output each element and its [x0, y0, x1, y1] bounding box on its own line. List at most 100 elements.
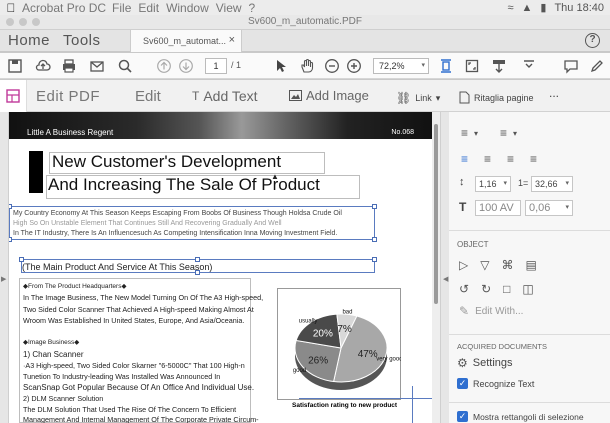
toolbar-more-icon[interactable]: [520, 57, 538, 75]
link-label: Link: [415, 93, 432, 103]
subheading[interactable]: (The Main Product And Service At This Se…: [22, 262, 212, 272]
column-line: 1) Chan Scanner: [23, 350, 84, 359]
help-button[interactable]: ?: [585, 33, 600, 48]
tab-tools[interactable]: Tools: [63, 32, 101, 49]
full-screen-icon[interactable]: [463, 57, 481, 75]
resize-handle[interactable]: [372, 237, 377, 242]
line-spacing-input[interactable]: 1,16 ▾: [475, 176, 511, 192]
show-boxes-checkbox[interactable]: ✓: [457, 411, 468, 422]
right-pane-handle[interactable]: ◀: [440, 112, 449, 423]
flip-vertical-icon[interactable]: ▽: [480, 258, 489, 272]
char-spacing-input[interactable]: 0,06 ▾: [525, 200, 573, 216]
print-icon[interactable]: [60, 57, 78, 75]
window-title: Sv600_m_automatic.PDF: [248, 16, 362, 27]
add-image-button[interactable]: Add Image: [289, 88, 369, 103]
text-t-icon: T: [192, 89, 200, 103]
close-tab-icon[interactable]: ×: [229, 34, 235, 46]
tab-document[interactable]: Sv600_m_automat... ×: [130, 30, 242, 52]
crop-icon[interactable]: ⌘: [501, 258, 513, 272]
save-icon[interactable]: [6, 57, 24, 75]
wifi-icon[interactable]: ≈: [507, 2, 513, 14]
link-button[interactable]: ⛓ Link ▾: [396, 91, 440, 105]
chevron-down-icon[interactable]: ▾: [474, 129, 478, 138]
search-icon[interactable]: [116, 57, 134, 75]
bullet-list-icon[interactable]: ≡: [461, 126, 468, 140]
satisfaction-pie-chart[interactable]: 47%very good 26%good 20% usually 7% bad: [277, 288, 401, 400]
replace-image-icon[interactable]: □: [503, 282, 510, 296]
link-icon: ⛓: [396, 91, 412, 105]
menu-help[interactable]: ?: [249, 1, 256, 15]
zoom-in-icon[interactable]: [345, 57, 363, 75]
recognize-text-checkbox[interactable]: ✓: [457, 378, 468, 389]
tab-document-label: Sv600_m_automat...: [143, 36, 227, 46]
flip-horizontal-icon[interactable]: ▷: [459, 258, 468, 272]
rotate-right-icon[interactable]: ↻: [481, 282, 491, 296]
battery-icon[interactable]: ▮: [540, 1, 546, 14]
hand-tool-icon[interactable]: [298, 57, 316, 75]
column-line: ◆Image Business◆: [23, 339, 80, 346]
column-line: 2) DLM Scanner Solution: [23, 394, 104, 403]
numbered-list-icon[interactable]: ≡: [500, 126, 507, 140]
pen-sign-icon[interactable]: [588, 57, 606, 75]
add-text-button[interactable]: T Add Text: [192, 88, 258, 104]
menubar-clock[interactable]: Thu 18:40: [554, 2, 604, 14]
export-icon[interactable]: [490, 57, 508, 75]
next-page-icon[interactable]: [177, 57, 195, 75]
menu-edit[interactable]: Edit: [138, 1, 159, 15]
paragraph-spacing-input[interactable]: 32,66 ▾: [531, 176, 573, 192]
intro-line: My Country Economy At This Season Keeps …: [13, 210, 342, 217]
arrange-icon[interactable]: ▤: [525, 258, 536, 272]
pdf-page: Little A Business Regent No.068 New Cust…: [9, 112, 432, 423]
fit-page-icon[interactable]: [437, 57, 455, 75]
comment-icon[interactable]: [562, 57, 580, 75]
volume-icon[interactable]: ▲: [522, 2, 533, 14]
heading-2[interactable]: And Increasing The Sale Of Product: [46, 175, 360, 199]
heading-1[interactable]: New Customer's Development: [49, 152, 325, 174]
chevron-down-icon[interactable]: ▾: [513, 129, 517, 138]
resize-handle[interactable]: [9, 204, 12, 209]
crop-pages-button[interactable]: Ritaglia pagine: [459, 91, 534, 104]
panel-divider: [449, 402, 610, 403]
resize-handle[interactable]: [372, 204, 377, 209]
menu-file[interactable]: File: [112, 1, 131, 15]
upload-cloud-icon[interactable]: [34, 57, 52, 75]
show-boxes-row[interactable]: ✓ Mostra rettangoli di selezione: [449, 411, 610, 422]
paragraph-spacing-icon: 1=: [518, 178, 529, 188]
recognize-text-row[interactable]: ✓ Recognize Text: [449, 378, 610, 389]
left-pane-handle[interactable]: ▶: [0, 112, 9, 423]
apple-menu-icon[interactable]: : [0, 1, 22, 15]
pie-value-label: 47%: [358, 349, 378, 360]
rotate-left-icon[interactable]: ↺: [459, 282, 469, 296]
tab-bar: Home Tools Sv600_m_automat... × ?: [0, 30, 610, 52]
tools-panel-toggle[interactable]: [0, 80, 27, 112]
intro-line: High So On Unstable Element That Continu…: [13, 220, 282, 227]
resize-handle[interactable]: [372, 257, 377, 262]
align-center-icon[interactable]: ≡: [484, 152, 491, 166]
align-right-icon[interactable]: ≡: [507, 152, 514, 166]
char-scale-input[interactable]: 100 AV: [475, 200, 521, 216]
app-menu[interactable]: Acrobat Pro DC: [22, 1, 106, 15]
select-cursor-icon[interactable]: [272, 57, 290, 75]
crop-pages-label: Ritaglia pagine: [474, 92, 534, 103]
tab-home[interactable]: Home: [8, 32, 50, 49]
previous-page-icon[interactable]: [155, 57, 173, 75]
chevron-down-icon: ▾: [565, 204, 569, 211]
align-left-icon[interactable]: ≡: [461, 152, 468, 166]
vertical-scrollbar[interactable]: [432, 112, 440, 423]
pie-category-label: good: [293, 368, 306, 374]
align-justify-icon[interactable]: ≡: [530, 152, 537, 166]
scrollbar-thumb[interactable]: [434, 124, 438, 304]
mail-icon[interactable]: [88, 57, 106, 75]
menu-window[interactable]: Window: [166, 1, 209, 15]
resize-handle[interactable]: [9, 237, 12, 242]
layer-icon[interactable]: ◫: [522, 282, 533, 296]
menu-view[interactable]: View: [216, 1, 242, 15]
more-options-button[interactable]: ...: [549, 86, 559, 100]
chart-caption: Satisfaction rating to new product: [292, 402, 398, 409]
zoom-out-icon[interactable]: [323, 57, 341, 75]
settings-row[interactable]: ⚙ Settings: [449, 356, 610, 370]
zoom-level-select[interactable]: 72,2% ▾: [373, 58, 429, 74]
page-number-input[interactable]: 1: [205, 58, 227, 74]
edit-with-row[interactable]: ✎ Edit With...: [449, 304, 610, 318]
edit-tool-button[interactable]: Edit: [135, 88, 161, 105]
